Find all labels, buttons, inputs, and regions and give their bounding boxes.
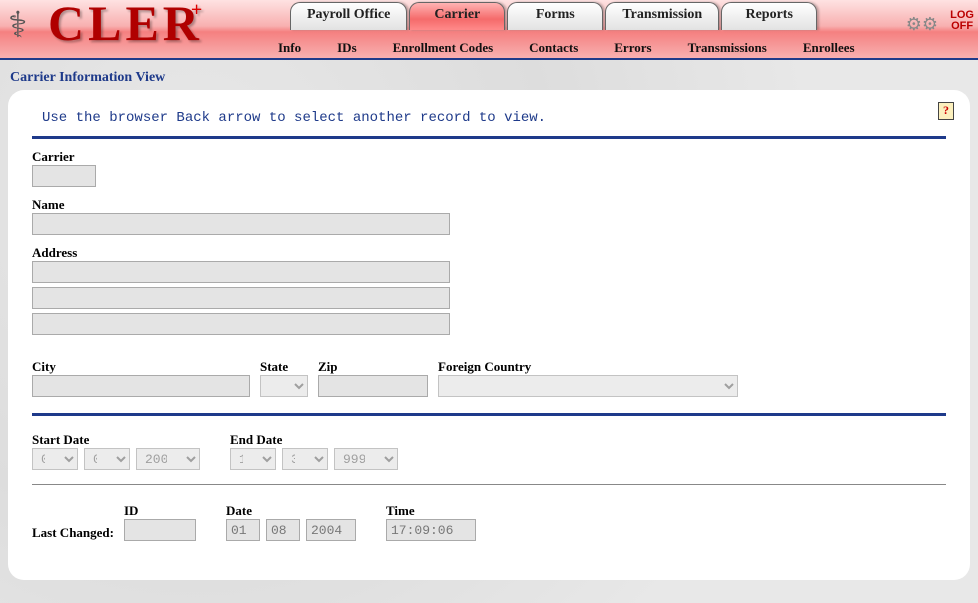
label-lc-date: Date <box>226 503 356 519</box>
address2-field <box>32 287 450 309</box>
subtab-errors[interactable]: Errors <box>596 40 669 56</box>
tab-payroll-office[interactable]: Payroll Office <box>290 2 407 30</box>
lc-year-field <box>306 519 356 541</box>
lc-id-field <box>124 519 196 541</box>
zip-field <box>318 375 428 397</box>
label-foreign-country: Foreign Country <box>438 359 738 375</box>
name-field <box>32 213 450 235</box>
tab-transmission[interactable]: Transmission <box>605 2 719 30</box>
label-zip: Zip <box>318 359 428 375</box>
sub-tabs: Info IDs Enrollment Codes Contacts Error… <box>260 40 968 56</box>
subtab-enrollment-codes[interactable]: Enrollment Codes <box>375 40 512 56</box>
lc-day-field <box>266 519 300 541</box>
caduceus-icon: ⚕ <box>8 4 27 46</box>
address1-field <box>32 261 450 283</box>
divider-dates <box>32 413 946 416</box>
carrier-field <box>32 165 96 187</box>
address3-field <box>32 313 450 335</box>
label-address: Address <box>32 245 946 261</box>
tab-forms[interactable]: Forms <box>507 2 603 30</box>
subtab-info[interactable]: Info <box>260 40 319 56</box>
help-icon[interactable]: ? <box>938 102 954 120</box>
start-month-select: 01 <box>32 448 78 470</box>
logoff-link[interactable]: LOG OFF <box>950 10 974 32</box>
lc-time-field <box>386 519 476 541</box>
label-end-date: End Date <box>230 432 398 448</box>
foreign-country-select <box>438 375 738 397</box>
subtab-ids[interactable]: IDs <box>319 40 375 56</box>
label-lc-id: ID <box>124 503 196 519</box>
start-day-select: 01 <box>84 448 130 470</box>
gear-icon[interactable]: ⚙⚙ <box>906 14 938 35</box>
end-year-select: 9999 <box>334 448 398 470</box>
end-day-select: 31 <box>282 448 328 470</box>
label-lc-time: Time <box>386 503 476 519</box>
tab-reports[interactable]: Reports <box>721 2 817 30</box>
state-select <box>260 375 308 397</box>
city-field <box>32 375 250 397</box>
label-start-date: Start Date <box>32 432 200 448</box>
subtab-transmissions[interactable]: Transmissions <box>670 40 785 56</box>
label-carrier: Carrier <box>32 149 946 165</box>
subtab-enrollees[interactable]: Enrollees <box>785 40 873 56</box>
end-month-select: 12 <box>230 448 276 470</box>
start-year-select: 2001 <box>136 448 200 470</box>
instruction-text: Use the browser Back arrow to select ano… <box>42 110 946 126</box>
divider-top <box>32 136 946 139</box>
page-title: Carrier Information View <box>10 70 978 86</box>
content-panel: ? Use the browser Back arrow to select a… <box>8 90 970 580</box>
label-last-changed: Last Changed: <box>32 525 114 541</box>
app-logo: CLER+ <box>48 0 218 52</box>
divider-last-changed <box>32 484 946 485</box>
label-name: Name <box>32 197 946 213</box>
subtab-contacts[interactable]: Contacts <box>511 40 596 56</box>
label-city: City <box>32 359 250 375</box>
lc-month-field <box>226 519 260 541</box>
tab-carrier[interactable]: Carrier <box>409 2 505 30</box>
label-state: State <box>260 359 308 375</box>
main-tabs: Payroll Office Carrier Forms Transmissio… <box>290 2 817 30</box>
app-header: ⚕ CLER+ Payroll Office Carrier Forms Tra… <box>0 0 978 60</box>
